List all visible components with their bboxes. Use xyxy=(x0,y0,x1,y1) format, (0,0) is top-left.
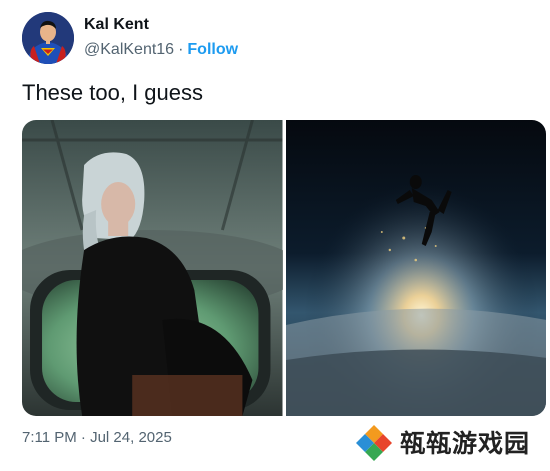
photo-woman-spaceship-image xyxy=(22,120,283,416)
site-watermark: 𤭢𤭢游戏园 xyxy=(354,420,544,466)
author-name[interactable]: Kal Kent xyxy=(84,16,149,34)
media-grid xyxy=(22,120,546,416)
author-handle-row: @KalKent16 · Follow xyxy=(84,41,238,59)
tweet-timestamp[interactable]: 7:11 PM · Jul 24, 2025 xyxy=(22,429,172,446)
photo-woman-spaceship[interactable] xyxy=(22,120,283,416)
tweet-text: These too, I guess xyxy=(22,80,203,105)
follow-button[interactable]: Follow xyxy=(187,41,238,59)
author-avatar[interactable] xyxy=(22,12,74,64)
tweet-card: Kal Kent @KalKent16 · Follow These too, … xyxy=(0,0,550,471)
separator-dot: · xyxy=(178,41,184,58)
superman-avatar-icon xyxy=(22,12,74,64)
photo-falling-figure[interactable] xyxy=(285,120,546,416)
photo-falling-figure-image xyxy=(285,120,546,416)
watermark-text: 𤭢𤭢游戏园 xyxy=(400,428,531,458)
author-handle[interactable]: @KalKent16 xyxy=(84,41,174,59)
diamond-logo-icon xyxy=(356,425,392,461)
